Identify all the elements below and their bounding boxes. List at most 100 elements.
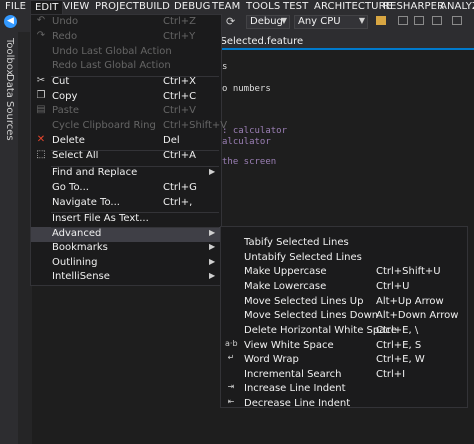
- advanced-menu-item-move-selected-lines-up[interactable]: Move Selected Lines Up Alt+Up Arrow: [221, 295, 467, 310]
- edit-menu-item-label: Cut: [52, 76, 70, 87]
- advanced-menu-item-label: Increase Line Indent: [244, 383, 346, 394]
- code-line: s: [222, 62, 228, 72]
- refresh-icon[interactable]: ⟳: [226, 15, 235, 28]
- advanced-menu-item-label: Move Selected Lines Down: [244, 310, 379, 321]
- menu-analyze[interactable]: ANALYZE: [440, 1, 474, 12]
- advanced-menu-item-label: Make Uppercase: [244, 266, 327, 277]
- advanced-menu-item-word-wrap[interactable]: ↵ Word Wrap Ctrl+E, W: [221, 353, 467, 368]
- menu-edit[interactable]: EDIT: [30, 0, 64, 14]
- edit-menu-item-advanced[interactable]: Advanced ▶: [31, 227, 221, 242]
- edit-menu-item-intellisense[interactable]: IntelliSense ▶: [31, 270, 221, 285]
- advanced-menu-item-make-lowercase[interactable]: Make Lowercase Ctrl+U: [221, 280, 467, 295]
- edit-menu-item-label: Bookmarks: [52, 242, 108, 253]
- edit-menu-item-delete[interactable]: ✕ Delete Del: [31, 134, 221, 149]
- menu-bar: FILE EDIT VIEW PROJECT BUILD DEBUG TEAM TOOLS TE…: [0, 0, 474, 14]
- edit-menu-item-bookmarks[interactable]: Bookmarks ▶: [31, 241, 221, 256]
- decrease-indent-icon: ⇤: [227, 397, 235, 406]
- advanced-menu-item-tabify-selected-lines[interactable]: Tabify Selected Lines: [221, 236, 467, 251]
- folder-icon[interactable]: [376, 16, 386, 25]
- chevron-down-icon: ▼: [280, 16, 287, 25]
- edit-menu-item-insert-file-as-text[interactable]: Insert File As Text...: [31, 212, 221, 227]
- advanced-menu-item-untabify-selected-lines[interactable]: Untabify Selected Lines: [221, 251, 467, 266]
- menu-view[interactable]: VIEW: [63, 1, 89, 12]
- edit-menu-item-paste[interactable]: ▤ Paste Ctrl+V: [31, 104, 221, 119]
- config-combo[interactable]: Debug ▼: [246, 15, 290, 29]
- advanced-menu-item-make-uppercase[interactable]: Make Uppercase Ctrl+Shift+U: [221, 265, 467, 280]
- edit-menu: ↶ Undo Ctrl+Z ↷ Redo Ctrl+Y Undo Last Global A…: [30, 14, 227, 286]
- toolbar-icon[interactable]: [398, 16, 408, 25]
- advanced-menu-item-increase-line-indent[interactable]: ⇥ Increase Line Indent: [221, 382, 467, 397]
- edit-menu-item-select-all[interactable]: ⬚ Select All Ctrl+A: [31, 149, 221, 164]
- advanced-menu-item-shortcut: Ctrl+E, S: [376, 340, 422, 351]
- edit-menu-item-find-and-replace[interactable]: Find and Replace ▶: [31, 166, 221, 181]
- submenu-arrow-icon: ▶: [209, 257, 216, 266]
- menu-tools[interactable]: TOOLS: [246, 1, 280, 12]
- submenu-arrow-icon: ▶: [209, 271, 216, 280]
- menu-separator: [51, 166, 219, 167]
- edit-menu-item-shortcut: Ctrl+,: [163, 197, 193, 208]
- edit-menu-item-label: Redo: [52, 31, 78, 42]
- menu-build[interactable]: BUILD: [139, 1, 170, 12]
- advanced-menu-item-label: Word Wrap: [244, 354, 299, 365]
- data-sources-tab[interactable]: Data Sources: [4, 74, 15, 141]
- edit-menu-item-shortcut: Del: [163, 135, 180, 146]
- menu-debug[interactable]: DEBUG: [174, 1, 210, 12]
- toolbar-icon[interactable]: [414, 16, 424, 25]
- increase-indent-icon: ⇥: [227, 382, 235, 391]
- edit-menu-item-redo[interactable]: ↷ Redo Ctrl+Y: [31, 30, 221, 45]
- advanced-menu-item-delete-horizontal-white-space[interactable]: Delete Horizontal White Space Ctrl+E, \: [221, 324, 467, 339]
- edit-menu-item-label: Advanced: [52, 228, 102, 239]
- edit-menu-item-cycle-clipboard-ring[interactable]: Cycle Clipboard Ring Ctrl+Shift+V: [31, 119, 227, 134]
- advanced-menu-item-view-white-space[interactable]: a·b View White Space Ctrl+E, S: [221, 339, 467, 354]
- cut-icon: ✂: [36, 75, 46, 86]
- platform-combo-value: Any CPU: [298, 16, 341, 27]
- submenu-arrow-icon: ▶: [209, 228, 216, 237]
- toolbar-icon[interactable]: [452, 16, 462, 25]
- edit-menu-item-label: IntelliSense: [52, 271, 110, 282]
- edit-menu-item-outlining[interactable]: Outlining ▶: [31, 256, 221, 271]
- advanced-menu-item-label: Decrease Line Indent: [244, 398, 351, 409]
- menu-resharper[interactable]: RESHARPER: [383, 1, 444, 12]
- edit-menu-item-shortcut: Ctrl+Z: [163, 16, 197, 27]
- edit-menu-item-navigate-to[interactable]: Navigate To... Ctrl+,: [31, 196, 221, 211]
- advanced-menu-item-label: Move Selected Lines Up: [244, 296, 364, 307]
- edit-menu-item-shortcut: Ctrl+Shift+V: [163, 120, 228, 131]
- edit-menu-item-label: Paste: [52, 105, 79, 116]
- edit-menu-item-label: Insert File As Text...: [52, 213, 149, 224]
- advanced-menu-item-label: Delete Horizontal White Space: [244, 325, 398, 336]
- menu-architecture[interactable]: ARCHITECTURE: [314, 1, 392, 12]
- edit-menu-item-copy[interactable]: ❐ Copy Ctrl+C: [31, 90, 221, 105]
- edit-menu-item-redo-last-global-action[interactable]: Redo Last Global Action: [31, 59, 221, 74]
- select-all-icon: ⬚: [36, 149, 46, 160]
- edit-menu-item-undo[interactable]: ↶ Undo Ctrl+Z: [31, 15, 221, 30]
- code-line: o numbers: [222, 84, 271, 94]
- undo-icon: ↶: [36, 15, 46, 26]
- toolbar-icon[interactable]: [432, 16, 442, 25]
- edit-menu-item-shortcut: Ctrl+C: [163, 91, 197, 102]
- menu-separator: [51, 227, 219, 228]
- toolbox-tab[interactable]: Toolbox: [4, 38, 15, 76]
- advanced-menu-item-decrease-line-indent[interactable]: ⇤ Decrease Line Indent: [221, 397, 467, 412]
- advanced-menu-item-shortcut: Alt+Down Arrow: [376, 310, 459, 321]
- edit-menu-item-cut[interactable]: ✂ Cut Ctrl+X: [31, 75, 221, 90]
- edit-menu-item-label: Undo: [52, 16, 79, 27]
- advanced-menu-item-label: Make Lowercase: [244, 281, 327, 292]
- edit-menu-item-undo-last-global-action[interactable]: Undo Last Global Action: [31, 45, 221, 60]
- doc-tab[interactable]: ToSelected.feature: [210, 36, 303, 47]
- view-white-space-icon: a·b: [225, 339, 238, 348]
- menu-project[interactable]: PROJECT: [95, 1, 139, 12]
- advanced-menu-item-shortcut: Ctrl+E, \: [376, 325, 419, 336]
- platform-combo[interactable]: Any CPU ▼: [294, 15, 368, 29]
- advanced-menu-item-shortcut: Ctrl+E, W: [376, 354, 425, 365]
- back-icon[interactable]: ◀: [4, 15, 17, 28]
- edit-menu-item-label: Go To...: [52, 182, 89, 193]
- menu-team[interactable]: TEAM: [212, 1, 240, 12]
- edit-menu-item-go-to[interactable]: Go To... Ctrl+G: [31, 181, 221, 196]
- menu-test[interactable]: TEST: [283, 1, 308, 12]
- advanced-menu-item-incremental-search[interactable]: Incremental Search Ctrl+I: [221, 368, 467, 383]
- advanced-menu-item-shortcut: Ctrl+U: [376, 281, 410, 292]
- edit-menu-item-shortcut: Ctrl+G: [163, 182, 197, 193]
- advanced-menu-item-move-selected-lines-down[interactable]: Move Selected Lines Down Alt+Down Arrow: [221, 309, 467, 324]
- edit-menu-item-shortcut: Ctrl+V: [163, 105, 197, 116]
- menu-file[interactable]: FILE: [5, 1, 26, 12]
